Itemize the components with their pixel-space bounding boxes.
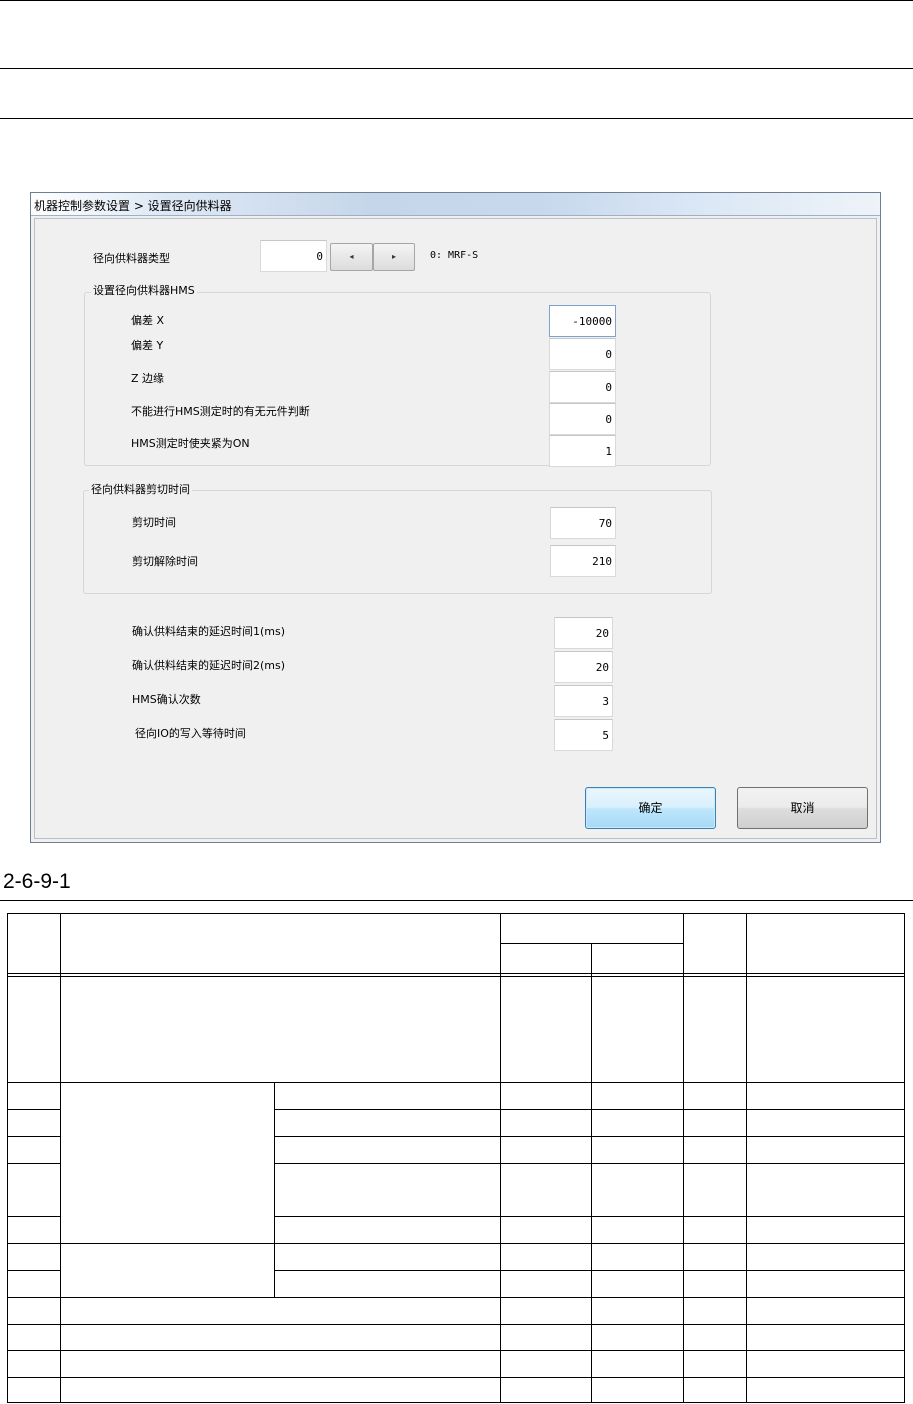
dialog-client-area: 径向供料器类型 0 ◂ ▸ 0: MRF-S 设置径向供料器HMS 偏差 X -…: [34, 218, 877, 839]
feeder-type-hint: 0: MRF-S: [430, 250, 479, 261]
table-line: [591, 943, 592, 1403]
z-edge-label: Z 边缘: [131, 372, 165, 385]
offset-y-field[interactable]: 0: [549, 338, 616, 370]
offset-y-label: 偏差 Y: [131, 339, 164, 352]
figure-caption: 2-6-9-1: [3, 870, 71, 893]
table-line: [500, 914, 501, 1403]
cut-release-time-label: 剪切解除时间: [132, 555, 198, 568]
top-rule: [0, 0, 913, 1]
cancel-button[interactable]: 取消: [737, 787, 868, 829]
no-hms-judge-field[interactable]: 0: [549, 403, 616, 435]
io-write-wait-field[interactable]: 5: [554, 719, 613, 751]
table-line: [8, 1216, 60, 1217]
window-title: 机器控制参数设置 > 设置径向供料器: [34, 199, 232, 213]
ok-button[interactable]: 确定: [585, 787, 716, 829]
table-line: [8, 1350, 905, 1351]
delay-time-2-label: 确认供料结束的延迟时间2(ms): [132, 659, 286, 672]
table-line: [8, 1136, 60, 1137]
feeder-type-next-button[interactable]: ▸: [373, 243, 415, 271]
table-line: [274, 1163, 905, 1164]
table-line: [274, 1109, 905, 1110]
table-line: [8, 1163, 60, 1164]
cut-release-time-field[interactable]: 210: [550, 545, 616, 577]
delay-time-2-field[interactable]: 20: [554, 651, 613, 683]
header-rule-1: [0, 68, 913, 69]
table-line: [746, 914, 747, 1403]
delay-time-1-label: 确认供料结束的延迟时间1(ms): [132, 625, 286, 638]
hms-group-title: 设置径向供料器HMS: [91, 284, 197, 298]
table-line: [274, 1216, 905, 1217]
table-line: [60, 914, 61, 1403]
parameter-table: [7, 913, 905, 1403]
table-line: [274, 1136, 905, 1137]
delay-time-1-field[interactable]: 20: [554, 617, 613, 649]
hms-clamp-field[interactable]: 1: [549, 435, 616, 467]
hms-clamp-label: HMS测定时使夹紧为ON: [131, 437, 250, 450]
no-hms-judge-label: 不能进行HMS测定时的有无元件判断: [131, 405, 310, 418]
table-line: [8, 973, 905, 974]
table-line: [8, 1082, 905, 1083]
offset-x-label: 偏差 X: [131, 314, 165, 327]
table-line: [274, 1270, 905, 1271]
table-line: [8, 1243, 905, 1244]
hms-confirm-count-field[interactable]: 3: [554, 685, 613, 717]
caption-rule: [0, 900, 913, 901]
table-line: [8, 976, 905, 977]
hms-confirm-count-label: HMS确认次数: [132, 693, 201, 706]
table-line: [274, 1082, 275, 1297]
cut-time-field[interactable]: 70: [550, 507, 616, 539]
table-line: [683, 914, 684, 1403]
feeder-type-field[interactable]: 0: [260, 240, 327, 272]
table-line: [8, 1109, 60, 1110]
table-line: [8, 1297, 905, 1298]
feeder-type-label: 径向供料器类型: [93, 252, 170, 265]
header-rule-2: [0, 118, 913, 119]
cut-group-title: 径向供料器剪切时间: [89, 483, 192, 497]
table-line: [8, 1270, 60, 1271]
offset-x-field[interactable]: -10000: [549, 305, 616, 337]
table-line: [8, 1324, 905, 1325]
feeder-settings-window: 机器控制参数设置 > 设置径向供料器 径向供料器类型 0 ◂ ▸ 0: MRF-…: [30, 192, 881, 843]
title-bar: 机器控制参数设置 > 设置径向供料器: [31, 193, 880, 216]
z-edge-field[interactable]: 0: [549, 371, 616, 403]
feeder-type-prev-button[interactable]: ◂: [330, 243, 373, 271]
cut-time-label: 剪切时间: [132, 516, 176, 529]
cut-time-group: [83, 490, 712, 594]
table-line: [8, 1377, 905, 1378]
io-write-wait-label: 径向IO的写入等待时间: [135, 727, 246, 740]
